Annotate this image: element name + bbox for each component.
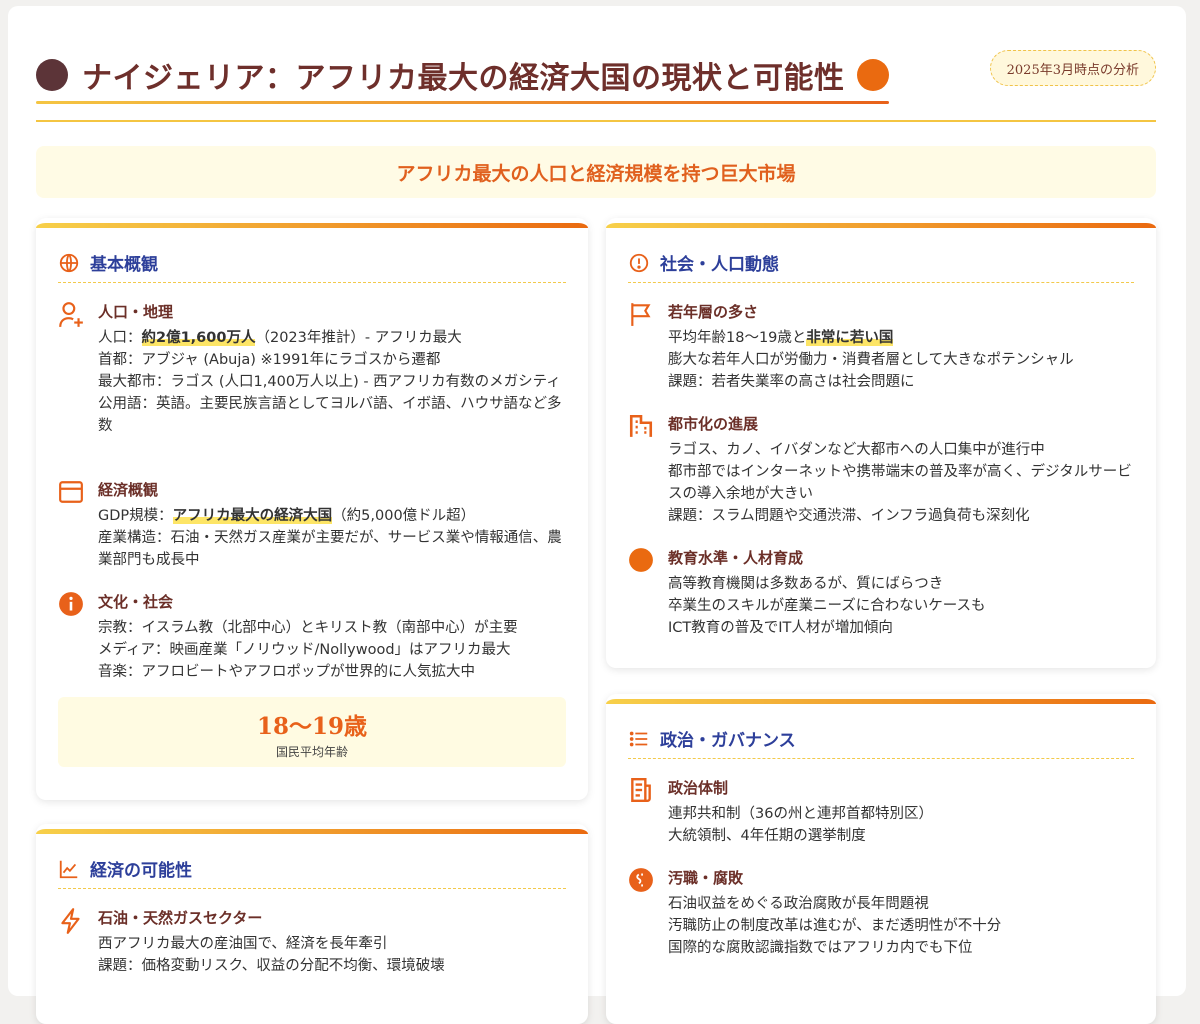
card-social: 社会・人口動態 若年層の多さ 平均年齢18〜19歳と非常に若い国 膨大な若年人口… bbox=[606, 218, 1156, 668]
section-body: 宗教：イスラム教（北部中心）とキリスト教（南部中心）が主要 メディア：映画産業「… bbox=[98, 617, 570, 683]
line: 課題：若者失業率の高さは社会問題に bbox=[668, 374, 915, 390]
circle-icon bbox=[628, 547, 656, 575]
section-heading: 石油・天然ガスセクター bbox=[98, 909, 263, 927]
line: 高等教育機関は多数あるが、質にばらつき bbox=[668, 576, 944, 592]
info-icon bbox=[58, 591, 86, 619]
card-basic-overview: 基本概観 人口・地理 人口：約2億1,600万人（2023年推計）- アフリカ最… bbox=[36, 218, 588, 800]
lightning-icon bbox=[58, 907, 86, 935]
section-heading: 汚職・腐敗 bbox=[668, 869, 744, 887]
stat-label: 国民平均年齢 bbox=[275, 745, 348, 759]
title-dot-right-icon bbox=[856, 59, 889, 91]
line: 国際的な腐敗認識指数ではアフリカ内でも下位 bbox=[668, 940, 973, 956]
line: 膨大な若年人口が労働力・消費者層として大きなポテンシャル bbox=[668, 352, 1074, 368]
card-header: 社会・人口動態 bbox=[628, 243, 1134, 283]
card-header: 基本概観 bbox=[58, 243, 566, 283]
chart-line-icon bbox=[58, 858, 80, 880]
coin-icon bbox=[628, 867, 656, 895]
page-title: ナイジェリア：アフリカ最大の経済大国の現状と可能性 bbox=[82, 61, 845, 96]
card-economy-potential: 経済の可能性 石油・天然ガスセクター 西アフリカ最大の産油国で、経済を長年牽引 … bbox=[36, 824, 588, 1024]
line: ラゴス、カノ、イバダンなど大都市への人口集中が進行中 bbox=[668, 442, 1045, 458]
page: ナイジェリア：アフリカ最大の経済大国の現状と可能性 2025年3月時点の分析 ア… bbox=[8, 6, 1186, 1024]
line: 西アフリカ最大の産油国で、経済を長年牽引 bbox=[98, 936, 388, 952]
line: 大統領制、4年任期の選挙制度 bbox=[668, 828, 866, 844]
section-heading: 人口・地理 bbox=[98, 303, 174, 321]
line: 産業構造：石油・天然ガス産業が主要だが、サービス業や情報通信、農業部門も成長中 bbox=[98, 530, 562, 568]
line: 平均年齢18〜19歳と非常に若い国 bbox=[668, 330, 894, 346]
document-icon bbox=[628, 777, 656, 805]
line: 宗教：イスラム教（北部中心）とキリスト教（南部中心）が主要 bbox=[98, 620, 518, 636]
section-body: 石油収益をめぐる政治腐敗が長年問題視 汚職防止の制度改革は進むが、まだ透明性が不… bbox=[668, 893, 1138, 959]
section-body: 西アフリカ最大の産油国で、経済を長年牽引 課題：価格変動リスク、収益の分配不均衡… bbox=[98, 933, 570, 977]
stat-value: 18〜19歳 bbox=[256, 713, 367, 740]
subtitle-banner: アフリカ最大の人口と経済規模を持つ巨大市場 bbox=[36, 146, 1156, 198]
section-heading: 教育水準・人材育成 bbox=[668, 549, 804, 567]
line: 課題：スラム問題や交通渋滞、インフラ過負荷も深刻化 bbox=[668, 508, 1030, 524]
window-icon bbox=[58, 479, 86, 507]
card-header: 経済の可能性 bbox=[58, 849, 566, 889]
section-body: ラゴス、カノ、イバダンなど大都市への人口集中が進行中 都市部ではインターネットや… bbox=[668, 439, 1138, 527]
section-body: 高等教育機関は多数あるが、質にばらつき 卒業生のスキルが産業ニーズに合わないケー… bbox=[668, 573, 1138, 639]
card-politics: 政治・ガバナンス 政治体制 連邦共和制（36の州と連邦首都特別区） 大統領制、4… bbox=[606, 694, 1156, 1024]
card-title: 政治・ガバナンス bbox=[660, 731, 796, 751]
line: 連邦共和制（36の州と連邦首都特別区） bbox=[668, 806, 933, 822]
section-body: 人口：約2億1,600万人（2023年推計）- アフリカ最大 首都：アブジャ (… bbox=[98, 327, 570, 437]
line: 最大都市：ラゴス (人口1,400万人以上) - 西アフリカ有数のメガシティ bbox=[98, 374, 561, 390]
card-header: 政治・ガバナンス bbox=[628, 719, 1134, 759]
title-wrap: ナイジェリア：アフリカ最大の経済大国の現状と可能性 bbox=[36, 48, 889, 104]
section-body: 平均年齢18〜19歳と非常に若い国 膨大な若年人口が労働力・消費者層として大きな… bbox=[668, 327, 1138, 393]
line: 石油収益をめぐる政治腐敗が長年問題視 bbox=[668, 896, 929, 912]
line: 首都：アブジャ (Abuja) ※1991年にラゴスから遷都 bbox=[98, 352, 441, 368]
list-icon bbox=[628, 728, 650, 750]
line: メディア：映画産業「ノリウッド/Nollywood」はアフリカ最大 bbox=[98, 642, 511, 658]
section-heading: 経済概観 bbox=[98, 481, 159, 499]
building-icon bbox=[628, 413, 656, 441]
line: 人口：約2億1,600万人（2023年推計）- アフリカ最大 bbox=[98, 330, 462, 346]
section-heading: 政治体制 bbox=[668, 779, 729, 797]
line: 都市部ではインターネットや携帯端末の普及率が高く、デジタルサービスの導入余地が大… bbox=[668, 464, 1132, 502]
date-badge: 2025年3月時点の分析 bbox=[989, 50, 1156, 86]
section-body: 連邦共和制（36の州と連邦首都特別区） 大統領制、4年任期の選挙制度 bbox=[668, 803, 1138, 847]
section-heading: 都市化の進展 bbox=[668, 415, 759, 433]
card-title: 経済の可能性 bbox=[90, 861, 192, 881]
line: ICT教育の普及でIT人材が増加傾向 bbox=[668, 620, 893, 636]
title-dot-left-icon bbox=[36, 59, 68, 91]
section-body: GDP規模：アフリカ最大の経済大国（約5,000億ドル超） 産業構造：石油・天然… bbox=[98, 505, 570, 571]
stat-box: 18〜19歳 国民平均年齢 bbox=[58, 697, 566, 767]
line: 公用語：英語。主要民族言語としてヨルバ語、イボ語、ハウサ語など多数 bbox=[98, 396, 562, 434]
user-plus-icon bbox=[58, 301, 86, 329]
line: 音楽：アフロビートやアフロポップが世界的に人気拡大中 bbox=[98, 664, 475, 680]
section-heading: 若年層の多さ bbox=[668, 303, 759, 321]
header: ナイジェリア：アフリカ最大の経済大国の現状と可能性 2025年3月時点の分析 bbox=[36, 42, 1156, 122]
line: GDP規模：アフリカ最大の経済大国（約5,000億ドル超） bbox=[98, 508, 476, 524]
line: 課題：価格変動リスク、収益の分配不均衡、環境破壊 bbox=[98, 958, 445, 974]
globe-icon bbox=[58, 252, 80, 274]
alert-circle-icon bbox=[628, 252, 650, 274]
line: 汚職防止の制度改革は進むが、まだ透明性が不十分 bbox=[668, 918, 1002, 934]
line: 卒業生のスキルが産業ニーズに合わないケースも bbox=[668, 598, 986, 614]
flag-icon bbox=[628, 301, 656, 329]
card-title: 社会・人口動態 bbox=[660, 255, 779, 275]
card-title: 基本概観 bbox=[90, 255, 158, 275]
section-heading: 文化・社会 bbox=[98, 593, 174, 611]
